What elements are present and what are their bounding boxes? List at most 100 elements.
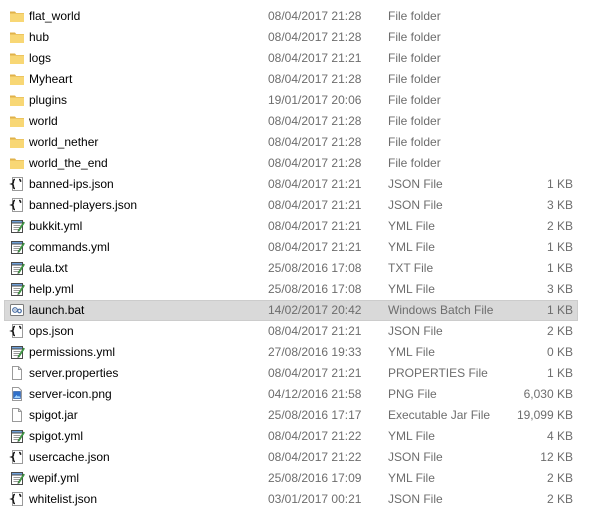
file-type: YML File <box>388 429 435 443</box>
folder-icon <box>9 92 25 108</box>
file-row-8[interactable]: banned-ips.json 08/04/2017 21:21 JSON Fi… <box>0 174 598 195</box>
file-type: File folder <box>388 51 441 65</box>
folder-icon <box>9 29 25 45</box>
file-name: world <box>29 114 58 128</box>
notepad-file-icon <box>9 470 25 486</box>
file-row-4[interactable]: plugins 19/01/2017 20:06 File folder <box>0 90 598 111</box>
file-date-modified: 25/08/2016 17:09 <box>268 471 362 485</box>
file-row-14[interactable]: launch.bat 14/02/2017 20:42 Windows Batc… <box>0 300 598 321</box>
folder-icon <box>9 134 25 150</box>
file-row-23[interactable]: whitelist.json 03/01/2017 00:21 JSON Fil… <box>0 489 598 510</box>
file-type: PROPERTIES File <box>388 366 488 380</box>
file-size: 6,030 KB <box>523 387 573 401</box>
notepad-file-icon <box>9 344 25 360</box>
file-row-6[interactable]: world_nether 08/04/2017 21:28 File folde… <box>0 132 598 153</box>
file-size: 0 KB <box>546 345 573 359</box>
file-row-13[interactable]: help.yml 25/08/2016 17:08 YML File 3 KB <box>0 279 598 300</box>
file-type: File folder <box>388 9 441 23</box>
file-row-19[interactable]: spigot.jar 25/08/2016 17:17 Executable J… <box>0 405 598 426</box>
json-file-icon <box>9 176 25 192</box>
file-row-21[interactable]: usercache.json 08/04/2017 21:22 JSON Fil… <box>0 447 598 468</box>
file-row-22[interactable]: wepif.yml 25/08/2016 17:09 YML File 2 KB <box>0 468 598 489</box>
file-date-modified: 08/04/2017 21:21 <box>268 366 362 380</box>
file-name: spigot.yml <box>29 429 84 443</box>
file-row-20[interactable]: spigot.yml 08/04/2017 21:22 YML File 4 K… <box>0 426 598 447</box>
file-name: world_nether <box>29 135 99 149</box>
blank-file-icon <box>9 365 25 381</box>
file-date-modified: 27/08/2016 19:33 <box>268 345 362 359</box>
file-name: ops.json <box>29 324 74 338</box>
file-date-modified: 08/04/2017 21:21 <box>268 240 362 254</box>
file-row-10[interactable]: bukkit.yml 08/04/2017 21:21 YML File 2 K… <box>0 216 598 237</box>
file-date-modified: 08/04/2017 21:21 <box>268 198 362 212</box>
json-file-icon <box>9 491 25 507</box>
file-row-3[interactable]: Myheart 08/04/2017 21:28 File folder <box>0 69 598 90</box>
file-name: commands.yml <box>29 240 110 254</box>
notepad-file-icon <box>9 428 25 444</box>
file-date-modified: 08/04/2017 21:21 <box>268 51 362 65</box>
file-type: File folder <box>388 156 441 170</box>
notepad-file-icon <box>9 260 25 276</box>
file-type: File folder <box>388 93 441 107</box>
file-size: 19,099 KB <box>516 408 573 422</box>
file-row-7[interactable]: world_the_end 08/04/2017 21:28 File fold… <box>0 153 598 174</box>
file-type: JSON File <box>388 450 443 464</box>
file-name: banned-ips.json <box>29 177 114 191</box>
file-row-0[interactable]: flat_world 08/04/2017 21:28 File folder <box>0 6 598 27</box>
file-row-2[interactable]: logs 08/04/2017 21:21 File folder <box>0 48 598 69</box>
image-file-icon <box>9 386 25 402</box>
file-row-9[interactable]: banned-players.json 08/04/2017 21:21 JSO… <box>0 195 598 216</box>
file-name: help.yml <box>29 282 74 296</box>
file-date-modified: 08/04/2017 21:28 <box>268 30 362 44</box>
file-date-modified: 08/04/2017 21:22 <box>268 429 362 443</box>
file-size: 4 KB <box>546 429 573 443</box>
file-size: 2 KB <box>546 219 573 233</box>
json-file-icon <box>9 449 25 465</box>
file-type: File folder <box>388 30 441 44</box>
file-name: flat_world <box>29 9 81 23</box>
file-type: Windows Batch File <box>388 303 494 317</box>
file-type: TXT File <box>388 261 434 275</box>
file-date-modified: 08/04/2017 21:28 <box>268 156 362 170</box>
file-list[interactable]: flat_world 08/04/2017 21:28 File folder … <box>0 0 598 510</box>
file-row-12[interactable]: eula.txt 25/08/2016 17:08 TXT File 1 KB <box>0 258 598 279</box>
file-type: YML File <box>388 240 435 254</box>
folder-icon <box>9 155 25 171</box>
file-date-modified: 04/12/2016 21:58 <box>268 387 362 401</box>
file-name: Myheart <box>29 72 73 86</box>
file-row-16[interactable]: permissions.yml 27/08/2016 19:33 YML Fil… <box>0 342 598 363</box>
file-type: JSON File <box>388 177 443 191</box>
file-size: 1 KB <box>546 261 573 275</box>
file-date-modified: 08/04/2017 21:28 <box>268 135 362 149</box>
file-row-18[interactable]: server-icon.png 04/12/2016 21:58 PNG Fil… <box>0 384 598 405</box>
file-type: PNG File <box>388 387 437 401</box>
file-row-11[interactable]: commands.yml 08/04/2017 21:21 YML File 1… <box>0 237 598 258</box>
file-name: whitelist.json <box>29 492 98 506</box>
file-name: server.properties <box>29 366 119 380</box>
file-row-1[interactable]: hub 08/04/2017 21:28 File folder <box>0 27 598 48</box>
file-type: File folder <box>388 114 441 128</box>
file-type: JSON File <box>388 324 443 338</box>
file-type: Executable Jar File <box>388 408 491 422</box>
file-date-modified: 14/02/2017 20:42 <box>268 303 362 317</box>
file-name: plugins <box>29 93 68 107</box>
file-size: 3 KB <box>546 198 573 212</box>
file-date-modified: 08/04/2017 21:21 <box>268 324 362 338</box>
file-date-modified: 08/04/2017 21:21 <box>268 219 362 233</box>
file-type: File folder <box>388 72 441 86</box>
file-name: hub <box>29 30 50 44</box>
file-size: 1 KB <box>546 366 573 380</box>
file-row-15[interactable]: ops.json 08/04/2017 21:21 JSON File 2 KB <box>0 321 598 342</box>
file-date-modified: 03/01/2017 00:21 <box>268 492 362 506</box>
file-date-modified: 08/04/2017 21:22 <box>268 450 362 464</box>
file-name: eula.txt <box>29 261 68 275</box>
file-name: wepif.yml <box>29 471 80 485</box>
file-name: usercache.json <box>29 450 110 464</box>
file-size: 12 KB <box>540 450 573 464</box>
file-date-modified: 08/04/2017 21:28 <box>268 114 362 128</box>
file-row-5[interactable]: world 08/04/2017 21:28 File folder <box>0 111 598 132</box>
file-size: 2 KB <box>546 492 573 506</box>
file-row-17[interactable]: server.properties 08/04/2017 21:21 PROPE… <box>0 363 598 384</box>
file-size: 2 KB <box>546 324 573 338</box>
folder-icon <box>9 113 25 129</box>
